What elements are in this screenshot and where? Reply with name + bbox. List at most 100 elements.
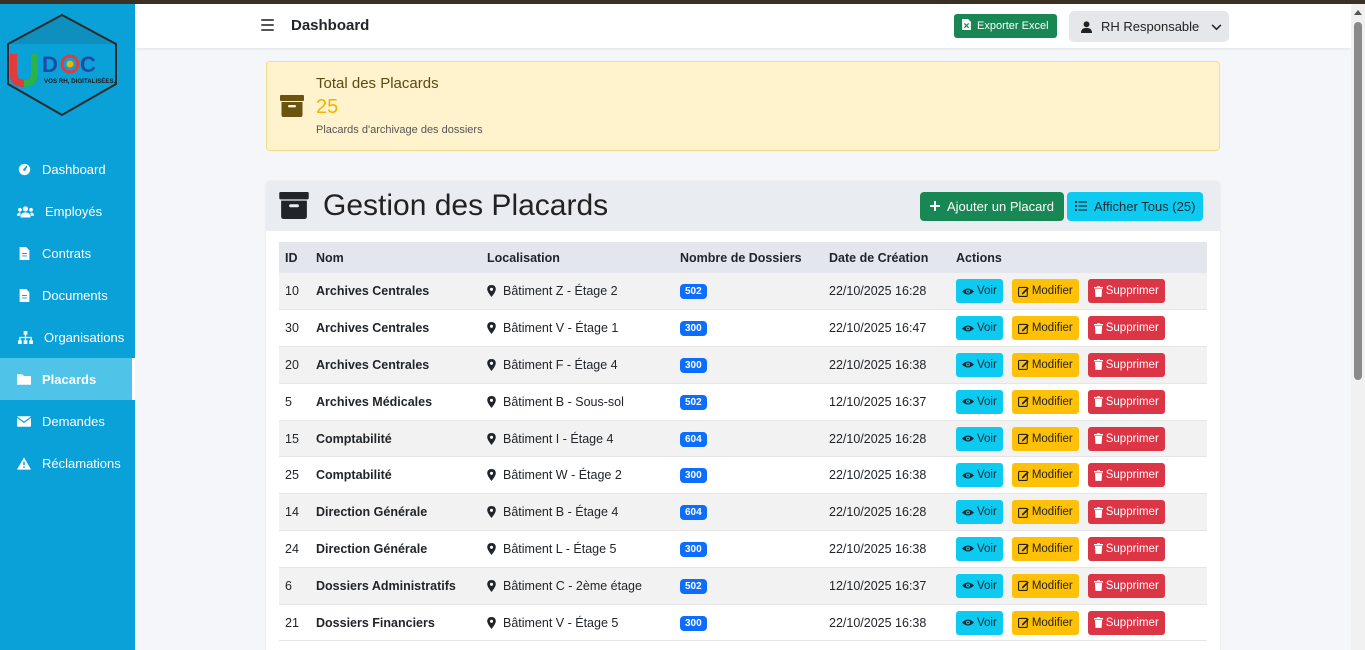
location-text: Bâtiment L - Étage 5 (503, 541, 617, 556)
cell-localisation: Bâtiment C - 2ème étage (481, 567, 674, 605)
cell-id: 20 (279, 346, 310, 384)
delete-button[interactable]: Supprimer (1087, 573, 1165, 598)
cell-id: 14 (279, 493, 310, 532)
cell-date: 22/10/2025 16:38 (823, 346, 950, 384)
delete-label: Supprimer (1105, 322, 1159, 335)
sidebar-item-dashboard[interactable]: Dashboard (0, 148, 135, 190)
cell-localisation: Bâtiment V - Étage 1 (481, 309, 674, 348)
sidebar-item-demandes[interactable]: Demandes (0, 400, 135, 442)
edit-icon (1017, 323, 1029, 334)
delete-button[interactable]: Supprimer (1087, 536, 1165, 561)
edit-button[interactable]: Modifier (1011, 536, 1079, 561)
view-label: Voir (977, 358, 997, 371)
scroll-up-arrow-icon[interactable] (1354, 10, 1362, 15)
trash-icon (1093, 506, 1103, 518)
edit-button[interactable]: Modifier (1011, 389, 1079, 414)
user-name: RH Responsable (1101, 19, 1200, 34)
count-badge: 300 (680, 541, 707, 557)
export-excel-button[interactable]: Exporter Excel (954, 14, 1057, 38)
user-menu-button[interactable]: RH Responsable (1069, 11, 1229, 42)
edit-button[interactable]: Modifier (1011, 573, 1079, 598)
table-row: 25 Comptabilité Bâtiment W - Étage 2 300… (279, 456, 1207, 495)
delete-button[interactable]: Supprimer (1087, 463, 1165, 488)
cell-id: 25 (279, 456, 310, 495)
delete-label: Supprimer (1105, 395, 1159, 408)
col-header-nom[interactable]: Nom (310, 242, 481, 273)
edit-button[interactable]: Modifier (1011, 352, 1079, 377)
view-button[interactable]: Voir (956, 352, 1003, 377)
sidebar-item-label: Demandes (42, 413, 105, 429)
location-text: Bâtiment B - Étage 4 (503, 505, 619, 520)
edit-button[interactable]: Modifier (1011, 610, 1079, 635)
edit-button[interactable]: Modifier (1011, 463, 1079, 488)
location-text: Bâtiment I - Étage 4 (503, 431, 614, 446)
cell-nom: Archives Médicales (310, 383, 481, 421)
show-all-button[interactable]: Afficher Tous (25) (1067, 192, 1204, 221)
add-placard-button[interactable]: Ajouter un Placard (920, 192, 1064, 221)
delete-button[interactable]: Supprimer (1087, 352, 1165, 377)
view-button[interactable]: Voir (956, 573, 1003, 598)
app-logo[interactable]: D C VOS RH, DIGITALISÉES. (4, 12, 122, 122)
map-marker-icon (487, 358, 496, 371)
edit-button[interactable]: Modifier (1011, 279, 1079, 304)
file-excel-icon (962, 19, 971, 33)
view-button[interactable]: Voir (956, 279, 1003, 304)
delete-button[interactable]: Supprimer (1087, 610, 1165, 635)
col-header-localisation[interactable]: Localisation (481, 242, 674, 273)
delete-label: Supprimer (1105, 358, 1159, 371)
sidebar-item-employes[interactable]: Employés (0, 190, 135, 232)
edit-icon (1017, 543, 1029, 555)
delete-label: Supprimer (1105, 469, 1159, 482)
view-button[interactable]: Voir (956, 536, 1003, 561)
edit-label: Modifier (1031, 432, 1073, 445)
eye-icon (962, 581, 974, 590)
view-button[interactable]: Voir (956, 610, 1003, 635)
menu-toggle-icon[interactable] (261, 19, 274, 31)
view-button[interactable]: Voir (956, 426, 1003, 451)
sidebar-item-label: Dashboard (42, 161, 106, 177)
cell-date: 12/10/2025 16:37 (823, 383, 950, 421)
edit-button[interactable]: Modifier (1011, 316, 1079, 341)
topbar: Dashboard Exporter Excel RH Responsable (135, 4, 1351, 48)
sidebar-item-placards[interactable]: Placards (0, 358, 135, 400)
edit-icon (1017, 507, 1029, 518)
user-icon (1081, 20, 1092, 33)
view-button[interactable]: Voir (956, 389, 1003, 414)
cell-nombre-dossiers: 300 (674, 530, 823, 568)
scroll-thumb[interactable] (1354, 22, 1362, 380)
sidebar-item-reclamations[interactable]: Réclamations (0, 442, 135, 484)
view-label: Voir (977, 322, 997, 335)
view-button[interactable]: Voir (956, 500, 1003, 525)
edit-button[interactable]: Modifier (1011, 426, 1079, 451)
delete-button[interactable]: Supprimer (1087, 279, 1165, 304)
eye-icon (962, 508, 974, 517)
table-row: 14 Direction Générale Bâtiment B - Étage… (279, 493, 1207, 532)
cell-actions: Voir Modifier Supprimer (950, 530, 1207, 568)
view-button[interactable]: Voir (956, 463, 1003, 488)
view-button[interactable]: Voir (956, 316, 1003, 341)
eye-icon (962, 471, 974, 480)
trash-icon (1093, 617, 1103, 628)
plus-icon (930, 199, 940, 214)
col-header-nombre-dossiers[interactable]: Nombre de Dossiers (674, 242, 823, 273)
edit-icon (1017, 580, 1029, 592)
delete-button[interactable]: Supprimer (1087, 500, 1165, 525)
stat-title: Total des Placards (316, 75, 439, 92)
col-header-id[interactable]: ID (279, 242, 310, 273)
delete-button[interactable]: Supprimer (1087, 316, 1165, 341)
cell-id: 21 (279, 604, 310, 642)
sidebar-item-contrats[interactable]: Contrats (0, 232, 135, 274)
view-label: Voir (977, 395, 997, 408)
col-header-date-creation[interactable]: Date de Création (823, 242, 950, 273)
sidebar-item-documents[interactable]: Documents (0, 274, 135, 316)
delete-button[interactable]: Supprimer (1087, 389, 1165, 414)
cell-nom: Dossiers Administratifs (310, 567, 481, 605)
cell-nombre-dossiers: 300 (674, 309, 823, 348)
edit-button[interactable]: Modifier (1011, 500, 1079, 525)
sidebar-item-organisations[interactable]: Organisations (0, 316, 135, 358)
delete-button[interactable]: Supprimer (1087, 426, 1165, 451)
sidebar-item-label: Contrats (42, 245, 92, 261)
page-scrollbar[interactable] (1351, 4, 1365, 650)
count-badge: 604 (680, 431, 707, 447)
table-row: 30 Archives Centrales Bâtiment V - Étage… (279, 309, 1207, 348)
